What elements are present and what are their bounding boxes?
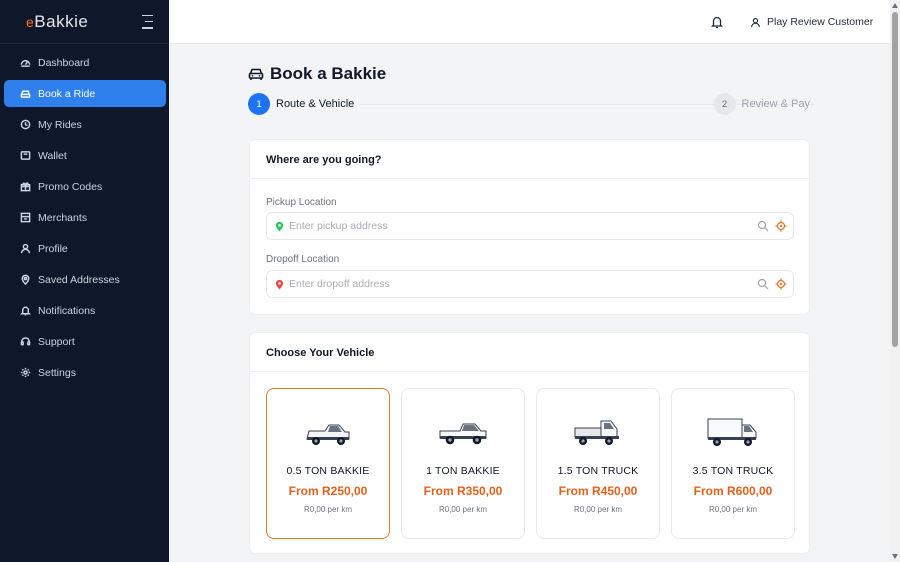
sidebar-item-notifications[interactable]: Notifications — [4, 297, 166, 324]
vehicle-name: 1.5 TON TRUCK — [557, 465, 639, 477]
vehicle-rate: R0,00 per km — [438, 505, 488, 514]
sidebar-nav: Dashboard Book a Ride My Rides Wallet Pr… — [0, 44, 169, 386]
sidebar-item-profile[interactable]: Profile — [4, 235, 166, 262]
dropoff-field — [266, 270, 794, 298]
user-icon — [19, 243, 31, 255]
headset-icon — [19, 336, 31, 348]
step-review-pay[interactable]: 2 Review & Pay — [713, 93, 810, 115]
scroll-thumb[interactable] — [892, 12, 898, 347]
scrollbar[interactable] — [890, 0, 900, 562]
sidebar-item-promo-codes[interactable]: Promo Codes — [4, 173, 166, 200]
user-menu[interactable]: Play Review Customer — [750, 16, 873, 28]
pickup-field — [266, 212, 794, 240]
vehicle-card-heading: Choose Your Vehicle — [250, 333, 809, 372]
box-truck-image — [707, 418, 757, 446]
car-icon — [248, 68, 264, 80]
step-label: Route & Vehicle — [276, 98, 355, 110]
map-pin-icon — [19, 274, 31, 286]
history-icon — [19, 119, 31, 131]
sidebar-item-settings[interactable]: Settings — [4, 359, 166, 386]
gift-icon — [19, 181, 31, 193]
vehicle-price: From R350,00 — [423, 484, 503, 498]
sidebar-item-label: Promo Codes — [38, 180, 103, 193]
sidebar-item-label: Book a Ride — [38, 87, 96, 100]
bakkie-image — [439, 423, 487, 445]
brand-name: Bakkie — [34, 11, 89, 31]
sidebar-item-label: Support — [38, 335, 75, 348]
vehicle-option-0-5-ton-bakkie[interactable]: 0.5 TON BAKKIE From R250,00 R0,00 per km — [266, 388, 390, 539]
dropoff-input[interactable] — [289, 278, 757, 290]
step-route-vehicle[interactable]: 1 Route & Vehicle — [248, 93, 354, 115]
page-title: Book a Bakkie — [248, 64, 386, 84]
scroll-up-icon[interactable] — [892, 3, 898, 8]
step-number: 1 — [248, 93, 270, 115]
sidebar: eBakkie Dashboard Book a Ride My Rides W… — [0, 0, 169, 562]
vehicle-rate: R0,00 per km — [573, 505, 623, 514]
vehicle-option-1-ton-bakkie[interactable]: 1 TON BAKKIE From R350,00 R0,00 per km — [401, 388, 525, 539]
booking-stepper: 1 Route & Vehicle 2 Review & Pay — [248, 93, 815, 115]
sidebar-item-label: Merchants — [38, 211, 88, 224]
pickup-label: Pickup Location — [266, 197, 337, 208]
step-number: 2 — [713, 93, 736, 115]
top-bar: Play Review Customer — [169, 0, 890, 44]
brand: eBakkie — [0, 0, 169, 44]
green-map-pin-icon — [275, 221, 284, 231]
user-icon — [751, 17, 760, 27]
menu-collapse-icon[interactable] — [137, 14, 153, 29]
sidebar-item-dashboard[interactable]: Dashboard — [4, 49, 166, 76]
sidebar-item-book-a-ride[interactable]: Book a Ride — [4, 80, 166, 107]
user-name: Play Review Customer — [767, 16, 874, 28]
sidebar-item-label: Settings — [38, 366, 76, 379]
vehicle-option-1-5-ton-truck[interactable]: 1.5 TON TRUCK From R450,00 R0,00 per km — [536, 388, 660, 539]
vehicle-name: 0.5 TON BAKKIE — [286, 465, 370, 477]
red-map-pin-icon — [275, 279, 284, 289]
dropoff-label: Dropoff Location — [266, 254, 340, 265]
pickup-input[interactable] — [289, 220, 757, 232]
locate-me-icon[interactable] — [775, 278, 787, 290]
vehicle-price: From R450,00 — [558, 484, 638, 498]
brand-logo[interactable]: eBakkie — [26, 12, 88, 32]
route-card-heading: Where are you going? — [250, 140, 809, 179]
bakkie-image — [306, 424, 350, 445]
store-icon — [19, 212, 31, 224]
locate-me-icon[interactable] — [775, 220, 787, 232]
vehicle-option-3-5-ton-truck[interactable]: 3.5 TON TRUCK From R600,00 R0,00 per km — [671, 388, 795, 539]
sidebar-item-support[interactable]: Support — [4, 328, 166, 355]
sidebar-item-label: Notifications — [38, 304, 96, 317]
vehicle-name: 3.5 TON TRUCK — [692, 465, 774, 477]
dashboard-icon — [19, 57, 31, 69]
car-icon — [19, 88, 31, 100]
vehicle-price: From R600,00 — [693, 484, 773, 498]
page-title-text: Book a Bakkie — [270, 64, 387, 83]
sidebar-item-wallet[interactable]: Wallet — [4, 142, 166, 169]
sidebar-item-label: Profile — [38, 242, 68, 255]
vehicle-name: 1 TON BAKKIE — [426, 465, 500, 477]
truck-image — [574, 420, 619, 445]
step-label: Review & Pay — [741, 98, 810, 110]
sidebar-item-label: Wallet — [38, 149, 67, 162]
sidebar-item-label: My Rides — [38, 118, 82, 131]
sidebar-item-label: Dashboard — [38, 56, 90, 69]
sidebar-item-my-rides[interactable]: My Rides — [4, 111, 166, 138]
vehicle-rate: R0,00 per km — [303, 505, 353, 514]
vehicle-rate: R0,00 per km — [708, 505, 758, 514]
sidebar-item-merchants[interactable]: Merchants — [4, 204, 166, 231]
vehicle-price: From R250,00 — [288, 484, 368, 498]
route-card: Where are you going? Pickup Location Dro… — [249, 139, 810, 315]
search-icon[interactable] — [757, 278, 769, 290]
sidebar-item-label: Saved Addresses — [38, 273, 120, 286]
scroll-down-icon[interactable] — [892, 554, 898, 559]
vehicle-card: Choose Your Vehicle 0.5 TON BAKKIE From … — [249, 332, 810, 554]
sidebar-item-saved-addresses[interactable]: Saved Addresses — [4, 266, 166, 293]
vehicle-options: 0.5 TON BAKKIE From R250,00 R0,00 per km… — [266, 388, 795, 539]
bell-icon — [19, 305, 31, 317]
gear-icon — [19, 367, 31, 379]
search-icon[interactable] — [757, 220, 769, 232]
notifications-bell-icon[interactable] — [711, 15, 723, 29]
wallet-icon — [19, 150, 31, 162]
